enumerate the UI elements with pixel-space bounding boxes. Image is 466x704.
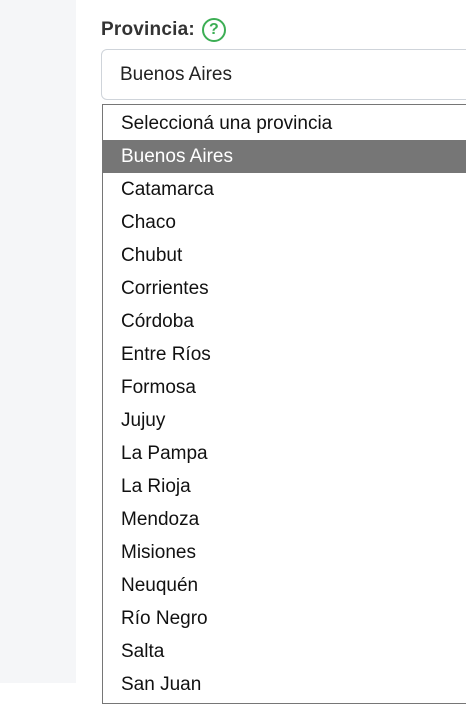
dropdown-option[interactable]: Formosa xyxy=(103,371,466,404)
dropdown-option[interactable]: Jujuy xyxy=(103,404,466,437)
province-select[interactable]: Buenos Aires xyxy=(101,49,466,100)
dropdown-option[interactable]: Entre Ríos xyxy=(103,338,466,371)
dropdown-option[interactable]: Catamarca xyxy=(103,173,466,206)
option-list: Seleccioná una provincia Buenos Aires Cata… xyxy=(103,107,466,701)
dropdown-option[interactable]: La Pampa xyxy=(103,437,466,470)
dropdown-option[interactable]: San Juan xyxy=(103,668,466,701)
question-icon[interactable]: ? xyxy=(201,18,226,42)
dropdown-option[interactable]: Córdoba xyxy=(103,305,466,338)
province-label-row: Provincia: ? xyxy=(101,16,226,44)
dropdown-option[interactable]: Seleccioná una provincia xyxy=(103,107,466,140)
province-select-value: Buenos Aires xyxy=(120,63,232,85)
dropdown-option[interactable]: Río Negro xyxy=(103,602,466,635)
dropdown-option[interactable]: Misiones xyxy=(103,536,466,569)
dropdown-option[interactable]: Salta xyxy=(103,635,466,668)
form-area: Provincia: ? Buenos Aires Seleccioná una… xyxy=(76,0,466,704)
dropdown-option[interactable]: Corrientes xyxy=(103,272,466,305)
dropdown-option[interactable]: Chubut xyxy=(103,239,466,272)
dropdown-option[interactable]: La Rioja xyxy=(103,470,466,503)
dropdown-option[interactable]: Mendoza xyxy=(103,503,466,536)
left-panel xyxy=(0,0,76,683)
dropdown-option[interactable]: Chaco xyxy=(103,206,466,239)
dropdown-option[interactable]: Neuquén xyxy=(103,569,466,602)
dropdown-option[interactable]: Buenos Aires xyxy=(103,140,466,173)
province-label: Provincia: xyxy=(101,19,195,40)
province-dropdown-list[interactable]: Seleccioná una provincia Buenos Aires Cata… xyxy=(102,104,466,704)
